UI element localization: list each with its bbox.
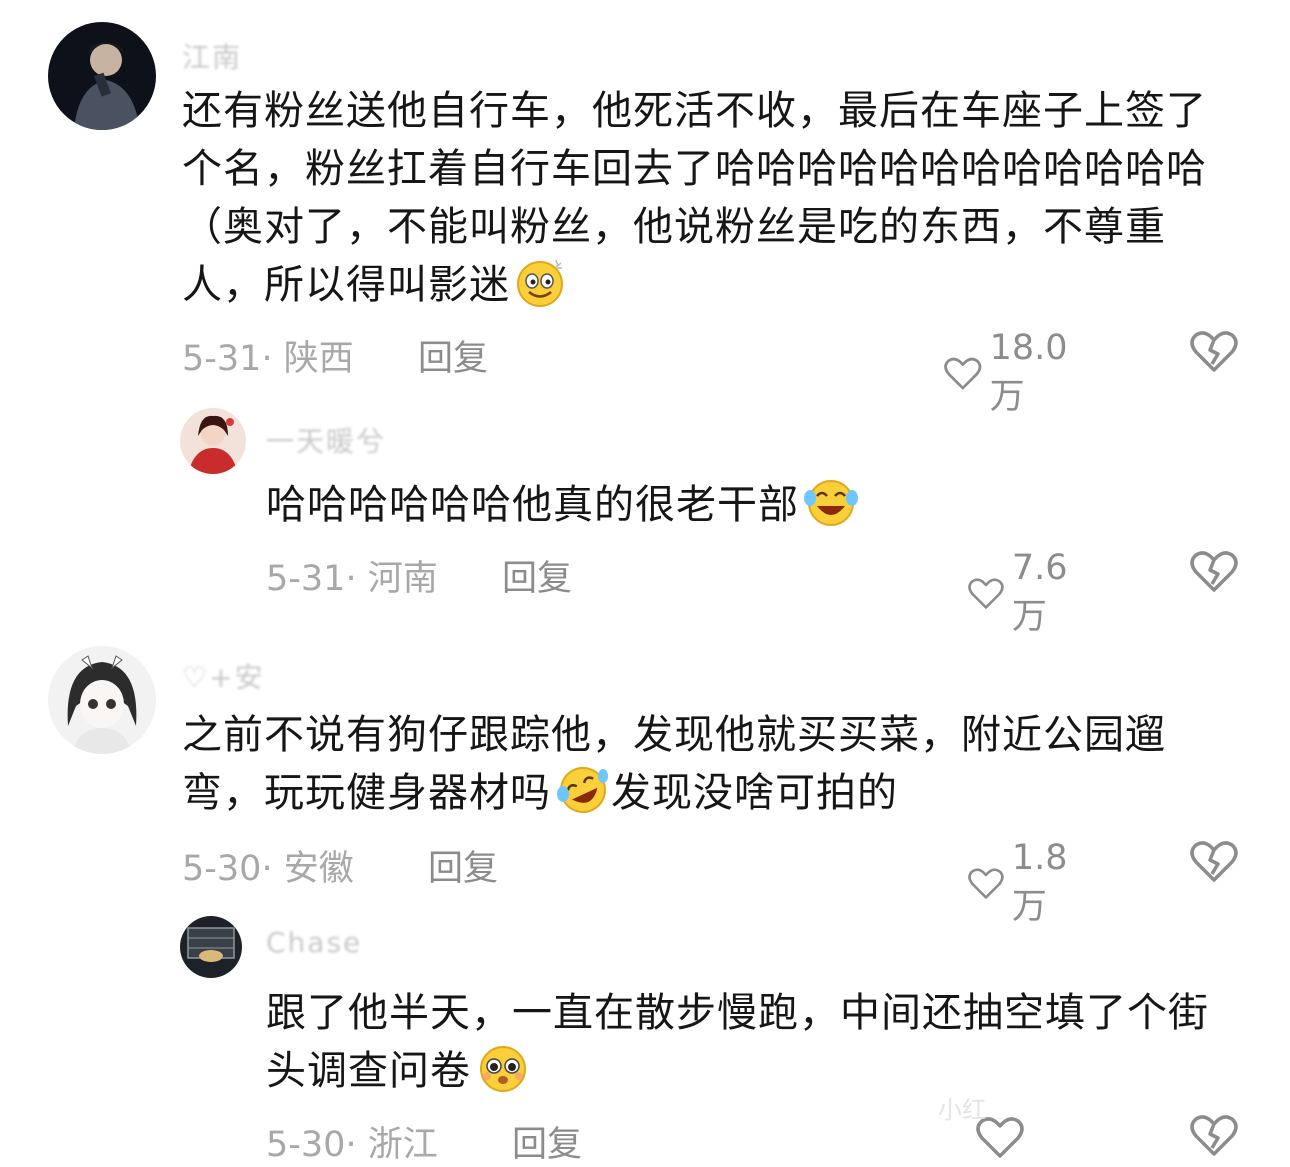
reply-button[interactable]: 回复 xyxy=(502,550,572,601)
comment-text: 还有粉丝送他自行车，他死活不收，最后在车座子上签了个名，粉丝扛着自行车回去了哈哈… xyxy=(182,82,1232,324)
comment-text: 之前不说有狗仔跟踪他，发现他就买买菜，附近公园遛弯，玩玩健身器材吗 发现没啥可拍的 xyxy=(182,706,1232,832)
avatar[interactable] xyxy=(48,22,156,130)
comment-date: 5-30 xyxy=(182,849,262,889)
like-count: 1.8万 xyxy=(1011,838,1068,927)
like-count: 7.6万 xyxy=(1011,548,1068,637)
reply-button[interactable]: 回复 xyxy=(512,1116,582,1167)
comment-meta: 5-30· 安徽 xyxy=(182,849,354,889)
reply-button[interactable]: 回复 xyxy=(428,840,498,891)
broken-heart-icon xyxy=(1190,1115,1238,1156)
username[interactable]: ♡+安 xyxy=(182,656,265,696)
dislike-button[interactable] xyxy=(1190,840,1238,888)
dislike-button[interactable] xyxy=(1190,1114,1238,1162)
avatar[interactable] xyxy=(180,916,242,978)
heart-icon xyxy=(944,357,982,389)
comment-date: 5-30 xyxy=(266,1125,346,1165)
smile-sweat-emoji-icon xyxy=(514,256,566,324)
laugh-cry-emoji-icon xyxy=(803,476,859,544)
like-button[interactable]: 18.0万 xyxy=(944,328,1078,419)
avatar[interactable] xyxy=(48,646,156,754)
like-button[interactable]: 7.6万 xyxy=(968,548,1080,639)
username[interactable]: Chase xyxy=(266,926,362,959)
comment-location: 浙江 xyxy=(367,1125,438,1165)
comment-date: 5-31 xyxy=(182,339,262,379)
reply-button[interactable]: 回复 xyxy=(418,330,488,381)
broken-heart-icon xyxy=(1190,551,1238,592)
comment-text-content: 哈哈哈哈哈哈他真的很老干部 xyxy=(266,482,799,528)
comment-location: 安徽 xyxy=(283,849,354,889)
comment-text-content: 还有粉丝送他自行车，他死活不收，最后在车座子上签了个名，粉丝扛着自行车回去了哈哈… xyxy=(182,88,1207,308)
broken-heart-icon xyxy=(1190,841,1238,882)
comment-date: 5-31 xyxy=(266,559,346,599)
comment-text: 哈哈哈哈哈哈他真的很老干部 xyxy=(266,476,1226,544)
dislike-button[interactable] xyxy=(1190,550,1238,598)
comment-location: 河南 xyxy=(367,559,438,599)
comment-text-content: 跟了他半天，一直在散步慢跑，中间还抽空填了个街头调查问卷 xyxy=(266,990,1209,1094)
dislike-button[interactable] xyxy=(1190,330,1238,378)
comment-meta: 5-31· 河南 xyxy=(266,559,438,599)
like-count: 18.0万 xyxy=(989,328,1068,417)
heart-icon xyxy=(968,867,1004,899)
pleading-emoji-icon xyxy=(475,1042,531,1110)
comment-meta: 5-31· 陕西 xyxy=(182,339,354,379)
like-button[interactable]: 1.8万 xyxy=(968,838,1080,929)
comment-location: 陕西 xyxy=(283,339,354,379)
username[interactable]: 一天暖兮 xyxy=(266,420,386,460)
heart-icon xyxy=(968,577,1004,609)
comment-meta: 5-30· 浙江 xyxy=(266,1125,438,1165)
avatar[interactable] xyxy=(180,408,246,474)
broken-heart-icon xyxy=(1190,331,1238,372)
watermark: 小红 xyxy=(938,1096,986,1124)
comment-text: 跟了他半天，一直在散步慢跑，中间还抽空填了个街头调查问卷 xyxy=(266,984,1226,1110)
username[interactable]: 江南 xyxy=(182,36,242,76)
comment-text-tail: 发现没啥可拍的 xyxy=(611,770,898,816)
rofl-emoji-icon xyxy=(555,764,611,832)
